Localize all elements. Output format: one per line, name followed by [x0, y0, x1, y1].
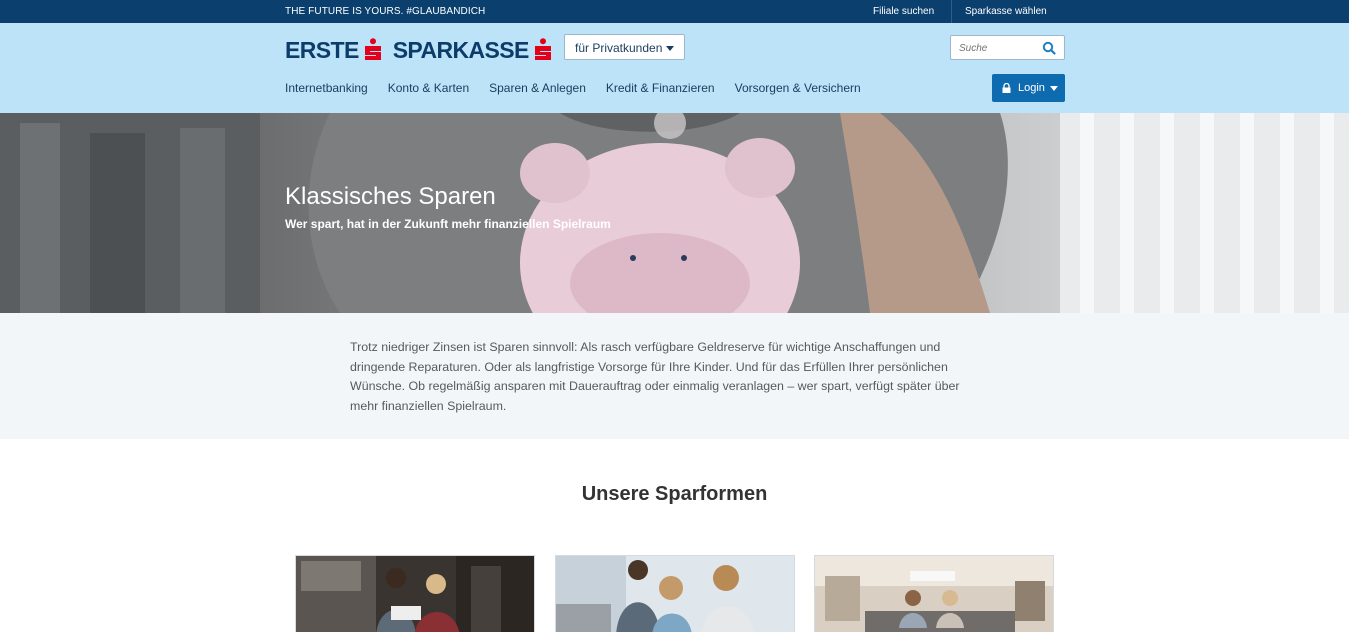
- chevron-down-icon: [666, 46, 674, 51]
- customer-segment-dropdown[interactable]: für Privatkunden: [564, 34, 685, 60]
- hero-image-piggy-bank: [0, 113, 1349, 313]
- nav-item-konto-karten[interactable]: Konto & Karten: [388, 81, 469, 95]
- savings-card-1[interactable]: [295, 555, 535, 632]
- select-sparkasse-link[interactable]: Sparkasse wählen: [965, 6, 1047, 17]
- intro-section: Trotz niedriger Zinsen ist Sparen sinnvo…: [0, 313, 1349, 439]
- nav-item-kredit-finanzieren[interactable]: Kredit & Finanzieren: [606, 81, 715, 95]
- intro-text: Trotz niedriger Zinsen ist Sparen sinnvo…: [350, 340, 960, 413]
- lock-icon: [1002, 83, 1011, 93]
- search-input[interactable]: [959, 40, 1039, 56]
- campaign-claim: THE FUTURE IS YOURS. #GLAUBANDICH: [285, 6, 486, 17]
- logo-word-erste: ERSTE: [285, 36, 359, 63]
- nav-item-internetbanking[interactable]: Internetbanking: [285, 81, 368, 95]
- hero-title: Klassisches Sparen: [285, 183, 496, 210]
- top-bar: THE FUTURE IS YOURS. #GLAUBANDICH Filial…: [0, 0, 1349, 23]
- search-icon[interactable]: [1042, 41, 1056, 55]
- login-button[interactable]: Login: [992, 74, 1065, 102]
- erste-sparkasse-logo[interactable]: ERSTE SPARKASSE: [285, 35, 557, 65]
- hero-banner: Klassisches Sparen Wer spart, hat in der…: [0, 113, 1349, 313]
- main-navigation: Internetbanking Konto & Karten Sparen & …: [285, 81, 881, 95]
- nav-item-vorsorgen-versichern[interactable]: Vorsorgen & Versichern: [735, 81, 861, 95]
- sparkasse-s-icon: [364, 38, 381, 60]
- segment-label: für Privatkunden: [575, 41, 663, 55]
- branch-finder-link[interactable]: Filiale suchen: [873, 6, 934, 17]
- logo-word-sparkasse: SPARKASSE: [392, 36, 530, 63]
- login-label: Login: [1018, 82, 1045, 94]
- hero-subtitle: Wer spart, hat in der Zukunft mehr finan…: [285, 217, 611, 231]
- card-image-couple-workshop: [296, 556, 534, 632]
- search-box[interactable]: [950, 35, 1065, 60]
- savings-card-3[interactable]: [814, 555, 1054, 632]
- card-image-couple-sofa: [815, 556, 1053, 632]
- sparkasse-s-icon-2: [534, 38, 551, 60]
- nav-item-sparen-anlegen[interactable]: Sparen & Anlegen: [489, 81, 586, 95]
- header: ERSTE SPARKASSE für Privatkunden Interne…: [0, 23, 1349, 113]
- card-image-family-laptop: [556, 556, 794, 632]
- section-title: Unsere Sparformen: [581, 483, 768, 505]
- chevron-down-icon: [1049, 85, 1058, 91]
- topbar-divider: [951, 0, 952, 23]
- savings-card-2[interactable]: [555, 555, 795, 632]
